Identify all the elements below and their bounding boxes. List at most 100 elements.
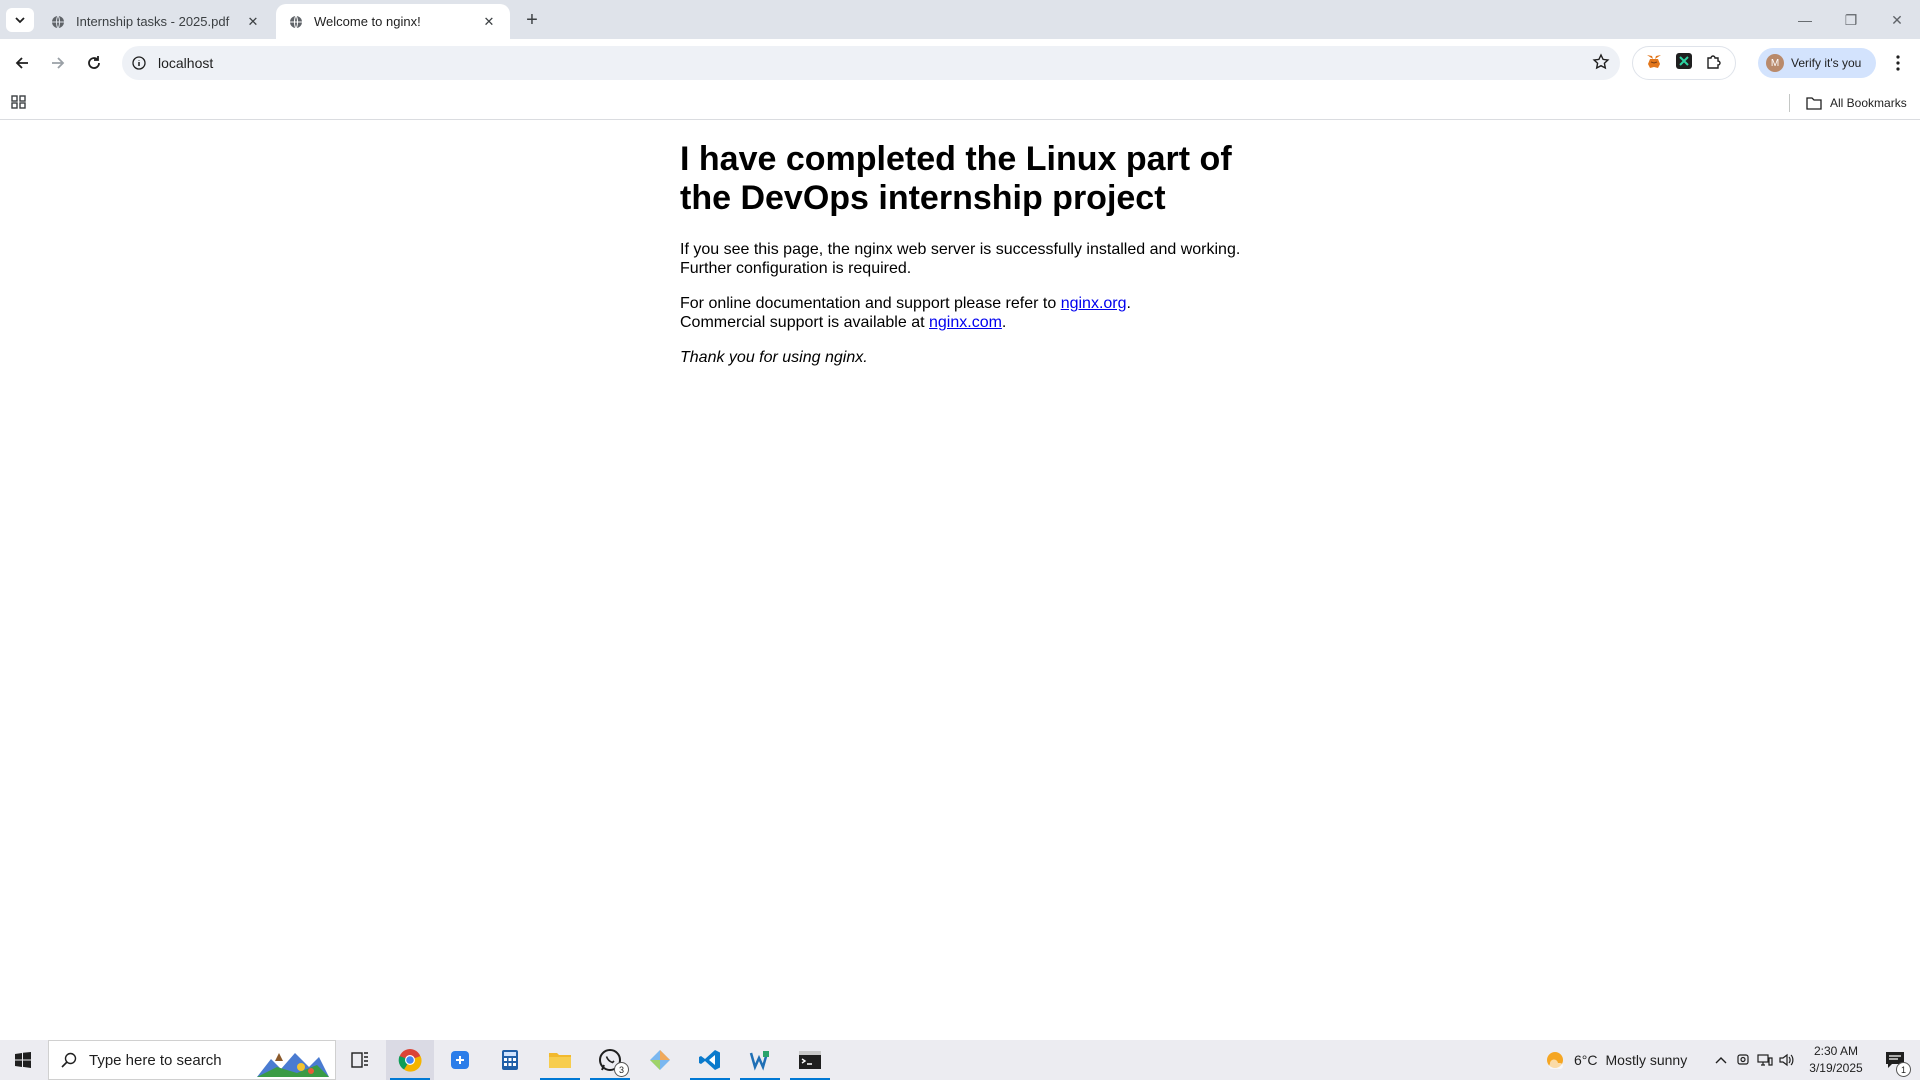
bookmark-star-button[interactable] bbox=[1592, 53, 1610, 76]
meet-now-icon[interactable] bbox=[1732, 1053, 1754, 1067]
folder-icon bbox=[1806, 97, 1822, 110]
extensions-group bbox=[1632, 46, 1736, 80]
restore-icon: ❐ bbox=[1844, 11, 1858, 28]
notification-badge: 1 bbox=[1896, 1062, 1911, 1077]
taskbar-file-explorer[interactable] bbox=[536, 1040, 584, 1080]
globe-icon bbox=[50, 14, 66, 30]
app-blue-icon bbox=[451, 1051, 469, 1069]
close-icon[interactable]: ✕ bbox=[480, 13, 498, 31]
search-highlight-illustration bbox=[257, 1053, 329, 1077]
info-icon bbox=[132, 56, 146, 70]
commercial-text: Commercial support is available at bbox=[680, 314, 929, 331]
apps-icon bbox=[11, 95, 26, 109]
url-text: localhost bbox=[158, 55, 214, 71]
taskbar-calculator[interactable] bbox=[486, 1040, 534, 1080]
tab-internship-pdf[interactable]: Internship tasks - 2025.pdf ✕ bbox=[38, 4, 274, 39]
taskbar: Type here to search 3 6°C Mostly sunny 2… bbox=[0, 1040, 1920, 1080]
weather-temp: 6°C bbox=[1574, 1052, 1598, 1068]
task-view-icon bbox=[351, 1052, 368, 1068]
extension-x-icon[interactable] bbox=[1675, 52, 1693, 75]
tab-search-button[interactable] bbox=[6, 8, 34, 32]
system-tray bbox=[1710, 1040, 1798, 1080]
support-text-punct: . bbox=[1126, 295, 1131, 312]
close-icon: ✕ bbox=[1891, 11, 1903, 28]
weather-icon bbox=[1547, 1052, 1563, 1069]
show-hidden-icons-button[interactable] bbox=[1710, 1056, 1732, 1064]
minimize-button[interactable]: — bbox=[1782, 6, 1828, 34]
clock[interactable]: 2:30 AM 3/19/2025 bbox=[1800, 1043, 1872, 1077]
taskbar-search[interactable]: Type here to search bbox=[48, 1040, 336, 1080]
close-icon[interactable]: ✕ bbox=[244, 13, 262, 31]
weather-desc: Mostly sunny bbox=[1605, 1052, 1688, 1068]
menu-button[interactable] bbox=[1886, 51, 1910, 75]
task-view-button[interactable] bbox=[336, 1040, 384, 1080]
support-text: For online documentation and support ple… bbox=[680, 295, 1061, 312]
forward-icon bbox=[52, 57, 65, 69]
minimize-icon: — bbox=[1798, 12, 1812, 28]
windows-icon bbox=[15, 1052, 31, 1068]
reload-button[interactable] bbox=[80, 49, 108, 77]
vscode-icon bbox=[699, 1050, 720, 1070]
tab-title: Internship tasks - 2025.pdf bbox=[76, 14, 230, 29]
nginx-org-link[interactable]: nginx.org bbox=[1061, 295, 1127, 312]
app-diamond-icon bbox=[650, 1050, 670, 1070]
browser-toolbar: localhost M Verify it's you bbox=[0, 39, 1920, 87]
chrome-icon bbox=[398, 1049, 422, 1072]
tab-strip: Internship tasks - 2025.pdf ✕ Welcome to… bbox=[0, 0, 1920, 39]
clock-date: 3/19/2025 bbox=[1809, 1061, 1863, 1075]
page-content: I have completed the Linux part of the D… bbox=[680, 140, 1250, 383]
forward-button[interactable] bbox=[44, 49, 72, 77]
back-button[interactable] bbox=[8, 49, 36, 77]
taskbar-app-diamond[interactable] bbox=[636, 1040, 684, 1080]
whatsapp-badge: 3 bbox=[614, 1062, 629, 1077]
chevron-up-icon bbox=[1715, 1057, 1727, 1064]
calculator-icon bbox=[502, 1050, 518, 1070]
app-vw-icon bbox=[749, 1051, 769, 1071]
clock-time: 2:30 AM bbox=[1813, 1044, 1859, 1058]
volume-icon[interactable] bbox=[1776, 1053, 1798, 1067]
chevron-down-icon bbox=[15, 17, 25, 24]
close-window-button[interactable]: ✕ bbox=[1874, 6, 1920, 34]
metamask-icon[interactable] bbox=[1645, 52, 1663, 75]
avatar: M bbox=[1766, 54, 1784, 72]
network-icon[interactable] bbox=[1754, 1053, 1776, 1067]
bookmarks-bar: All Bookmarks bbox=[0, 87, 1920, 120]
taskbar-terminal[interactable] bbox=[786, 1040, 834, 1080]
folder-icon bbox=[549, 1053, 571, 1068]
weather-widget[interactable]: 6°C Mostly sunny bbox=[1544, 1040, 1687, 1080]
back-icon bbox=[15, 57, 28, 69]
reload-icon bbox=[88, 56, 100, 69]
tab-title: Welcome to nginx! bbox=[314, 14, 421, 29]
profile-verify-button[interactable]: M Verify it's you bbox=[1758, 48, 1876, 78]
taskbar-whatsapp[interactable]: 3 bbox=[586, 1040, 634, 1080]
all-bookmarks-label: All Bookmarks bbox=[1830, 96, 1907, 110]
restore-button[interactable]: ❐ bbox=[1828, 6, 1874, 34]
globe-icon bbox=[288, 14, 304, 30]
taskbar-vscode[interactable] bbox=[686, 1040, 734, 1080]
kebab-icon bbox=[1896, 55, 1900, 71]
new-tab-button[interactable]: + bbox=[520, 8, 544, 32]
taskbar-app-vw[interactable] bbox=[736, 1040, 784, 1080]
start-button[interactable] bbox=[0, 1040, 46, 1080]
page-title: I have completed the Linux part of the D… bbox=[680, 140, 1232, 217]
terminal-icon bbox=[799, 1051, 821, 1069]
search-icon bbox=[61, 1052, 77, 1068]
taskbar-chrome[interactable] bbox=[386, 1040, 434, 1080]
thanks-text: Thank you for using nginx. bbox=[680, 349, 868, 366]
nginx-com-link[interactable]: nginx.com bbox=[929, 314, 1002, 331]
plus-icon: + bbox=[526, 8, 538, 31]
notification-center-button[interactable]: 1 bbox=[1874, 1040, 1916, 1080]
bookmarks-divider bbox=[1789, 94, 1790, 112]
all-bookmarks-button[interactable]: All Bookmarks bbox=[1806, 93, 1907, 113]
verify-label: Verify it's you bbox=[1791, 56, 1862, 70]
apps-button[interactable] bbox=[10, 93, 30, 113]
search-placeholder: Type here to search bbox=[89, 1051, 222, 1069]
taskbar-app-blue[interactable] bbox=[436, 1040, 484, 1080]
puzzle-icon[interactable] bbox=[1705, 52, 1723, 75]
install-message: If you see this page, the nginx web serv… bbox=[680, 241, 1241, 277]
thanks-message: Thank you for using nginx. bbox=[680, 348, 1250, 367]
commercial-text-punct: . bbox=[1001, 314, 1007, 331]
star-icon bbox=[1592, 53, 1610, 70]
tab-welcome-nginx[interactable]: Welcome to nginx! ✕ bbox=[276, 4, 510, 39]
address-bar[interactable]: localhost bbox=[122, 46, 1620, 80]
